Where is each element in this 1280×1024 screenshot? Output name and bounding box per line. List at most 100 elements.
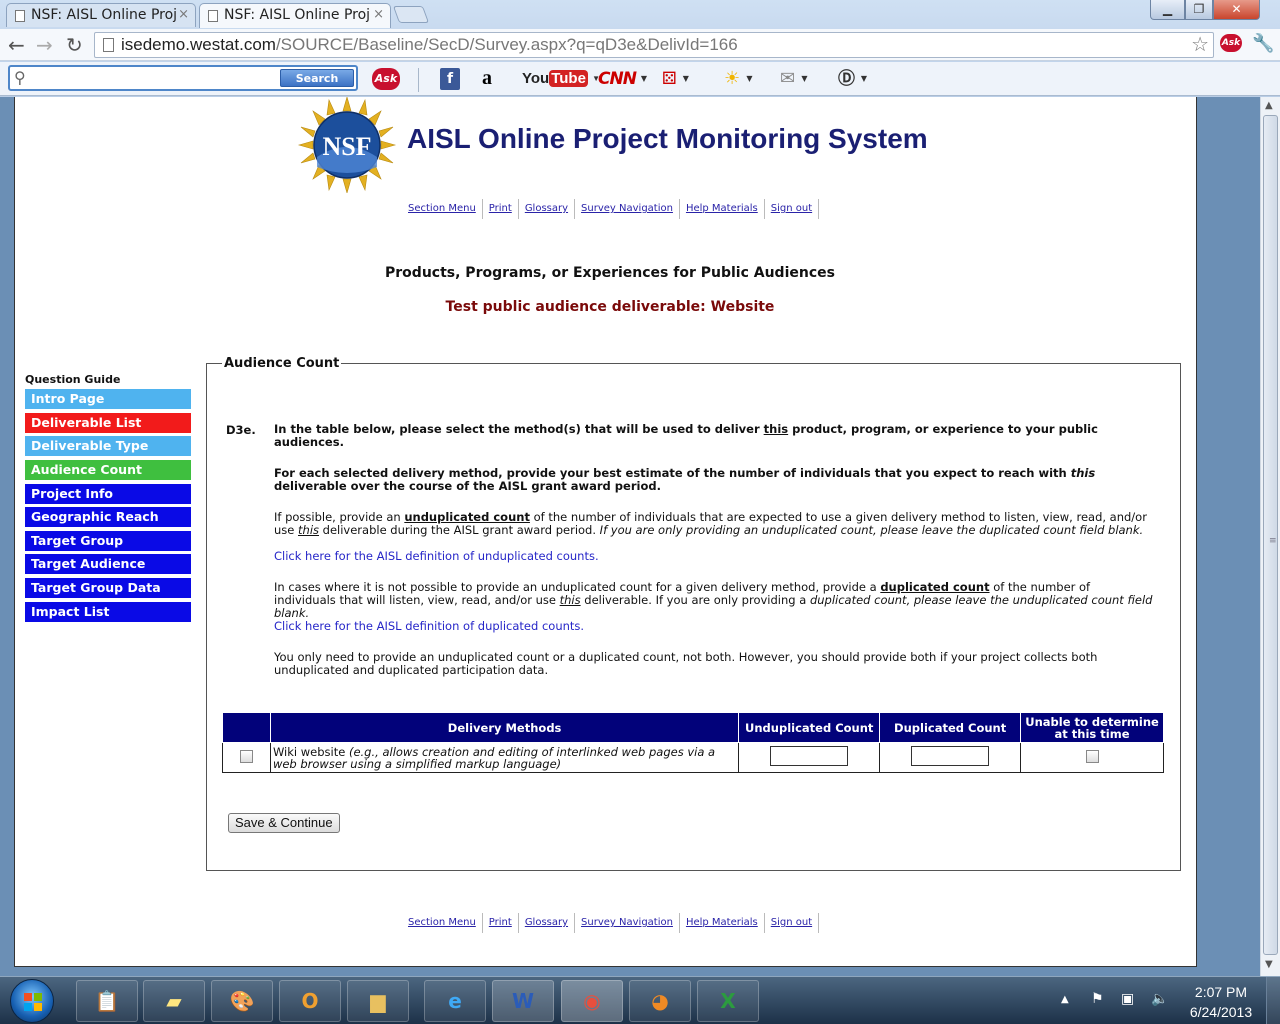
ask-logo-icon[interactable]: Ask xyxy=(372,68,400,90)
page-icon xyxy=(103,38,114,52)
q3-emph: unduplicated count xyxy=(404,510,530,524)
youtube-you: You xyxy=(522,70,550,87)
clock-date: 6/24/2013 xyxy=(1189,1004,1253,1020)
excel-icon[interactable]: X xyxy=(697,980,759,1022)
guide-item-target-group-data[interactable]: Target Group Data xyxy=(25,578,191,598)
q3-text-3: deliverable during the AISL grant award … xyxy=(319,523,600,537)
link-unduplicated-definition[interactable]: Click here for the AISL definition of un… xyxy=(274,550,1154,563)
tab-close-icon[interactable]: × xyxy=(373,7,384,22)
save-continue-button[interactable]: Save & Continue xyxy=(228,813,340,833)
q5-text-3: deliverable. If you are only providing a xyxy=(580,593,810,607)
link-survey-navigation[interactable]: Survey Navigation xyxy=(575,199,680,219)
close-window-button[interactable]: ✕ xyxy=(1213,0,1260,20)
cnn-icon[interactable]: CNN ▼ xyxy=(598,68,647,90)
link-help-materials-bottom[interactable]: Help Materials xyxy=(680,913,765,933)
toolbar-search-box[interactable]: ⚲ Search xyxy=(8,65,358,91)
clock-time: 2:07 PM xyxy=(1194,984,1248,1000)
link-duplicated-definition[interactable]: Click here for the AISL definition of du… xyxy=(274,620,1154,633)
ie-icon[interactable]: e xyxy=(424,980,486,1022)
taskbar-clock[interactable]: 2:07 PM 6/24/2013 xyxy=(1176,982,1266,1022)
tab-2-active[interactable]: NSF: AISL Online Proj × xyxy=(199,3,391,28)
link-survey-navigation-bottom[interactable]: Survey Navigation xyxy=(575,913,680,933)
volume-icon[interactable]: 🔈 xyxy=(1151,991,1168,1007)
toolbar-divider xyxy=(418,68,419,92)
link-glossary-bottom[interactable]: Glossary xyxy=(519,913,576,933)
tab-close-icon[interactable]: × xyxy=(178,7,189,22)
folder-icon[interactable]: ▆ xyxy=(347,980,409,1022)
minimize-button[interactable]: ▁ xyxy=(1150,0,1185,20)
outlook-icon[interactable]: O xyxy=(279,980,341,1022)
facebook-icon[interactable]: f xyxy=(440,68,460,90)
header-unable-to-determine: Unable to determine at this time xyxy=(1020,712,1164,743)
games-dice-icon[interactable]: ⚄ ▼ xyxy=(662,68,689,90)
q3-note: If you are only providing an unduplicate… xyxy=(599,523,1144,537)
guide-item-audience-count[interactable]: Audience Count xyxy=(25,460,191,480)
paint-icon[interactable]: 🎨 xyxy=(211,980,273,1022)
sticky-notes-icon[interactable]: ▰ xyxy=(143,980,205,1022)
guide-item-target-audience[interactable]: Target Audience xyxy=(25,554,191,574)
audience-count-fieldset: Audience Count D3e. In the table below, … xyxy=(206,356,1181,871)
url-host: isedemo.westat.com xyxy=(121,35,276,54)
scroll-down-arrow-icon[interactable]: ▼ xyxy=(1265,959,1273,970)
q3-this: this xyxy=(298,523,319,537)
link-print[interactable]: Print xyxy=(483,199,519,219)
q1-emph: this xyxy=(763,422,789,436)
method-cell: Wiki website (e.g., allows creation and … xyxy=(269,742,740,773)
maximize-button[interactable]: ❐ xyxy=(1185,0,1213,20)
guide-item-impact-list[interactable]: Impact List xyxy=(25,602,191,622)
link-print-bottom[interactable]: Print xyxy=(483,913,519,933)
guide-item-intro-page[interactable]: Intro Page xyxy=(25,389,191,409)
toolbar-search-button[interactable]: Search xyxy=(280,69,354,87)
reload-icon[interactable]: ↻ xyxy=(66,33,83,57)
link-sign-out[interactable]: Sign out xyxy=(765,199,820,219)
windows-logo-icon xyxy=(24,993,42,1011)
guide-item-project-info[interactable]: Project Info xyxy=(25,484,191,504)
ask-extension-icon[interactable]: Ask xyxy=(1220,34,1242,52)
amazon-icon[interactable]: a xyxy=(482,68,492,90)
address-bar[interactable]: isedemo.westat.com/SOURCE/Baseline/SecD/… xyxy=(94,32,1214,58)
firefox-icon[interactable]: ◕ xyxy=(629,980,691,1022)
show-hidden-icons-icon[interactable]: ▲ xyxy=(1061,994,1069,1005)
site-title: AISL Online Project Monitoring System xyxy=(407,123,928,154)
unduplicated-count-input[interactable] xyxy=(770,746,849,766)
notepad-icon[interactable]: 📋 xyxy=(76,980,138,1022)
header-select xyxy=(222,712,271,743)
guide-item-geographic-reach[interactable]: Geographic Reach xyxy=(25,507,191,527)
link-glossary[interactable]: Glossary xyxy=(519,199,576,219)
unable-to-determine-checkbox[interactable] xyxy=(1085,749,1099,763)
vertical-scrollbar[interactable]: ▲ ≡ ▼ xyxy=(1260,97,1280,976)
link-sign-out-bottom[interactable]: Sign out xyxy=(765,913,820,933)
fieldset-legend: Audience Count xyxy=(222,356,342,371)
word-icon[interactable]: W xyxy=(492,980,554,1022)
table-row: Wiki website (e.g., allows creation and … xyxy=(222,742,1164,773)
q2-text: For each selected delivery method, provi… xyxy=(274,466,1071,480)
bookmark-star-icon[interactable]: ☆ xyxy=(1191,33,1209,57)
tab-1[interactable]: NSF: AISL Online Proj × xyxy=(6,3,196,27)
wrench-menu-icon[interactable]: 🔧 xyxy=(1252,33,1274,54)
mail-icon[interactable]: ✉ ▼ xyxy=(780,68,808,90)
action-center-flag-icon[interactable]: ⚑ xyxy=(1091,991,1104,1007)
tab-2-label: NSF: AISL Online Proj xyxy=(224,7,371,23)
link-help-materials[interactable]: Help Materials xyxy=(680,199,765,219)
link-section-menu[interactable]: Section Menu xyxy=(402,199,483,219)
new-tab-button[interactable] xyxy=(392,6,430,23)
method-checkbox[interactable] xyxy=(239,749,253,763)
back-arrow-icon[interactable]: ← xyxy=(8,33,25,57)
chrome-icon[interactable]: ◉ xyxy=(561,980,623,1022)
forward-arrow-icon[interactable]: → xyxy=(36,33,53,57)
youtube-icon[interactable]: You Tube ▼ xyxy=(522,68,600,90)
scroll-up-arrow-icon[interactable]: ▲ xyxy=(1265,100,1273,111)
guide-item-deliverable-list[interactable]: Deliverable List xyxy=(25,413,191,433)
q5-emph: duplicated count xyxy=(880,580,990,594)
show-desktop-button[interactable] xyxy=(1266,977,1280,1024)
start-button[interactable] xyxy=(10,979,54,1023)
dictionary-icon[interactable]: Ⓓ ▼ xyxy=(838,68,867,90)
ask-toolbar: ⚲ Search Ask f a You Tube ▼ CNN ▼ ⚄ ▼ ☀ ▼… xyxy=(0,62,1280,96)
guide-item-target-group[interactable]: Target Group xyxy=(25,531,191,551)
guide-item-deliverable-type[interactable]: Deliverable Type xyxy=(25,436,191,456)
network-icon[interactable]: ▣ xyxy=(1121,991,1134,1007)
link-section-menu-bottom[interactable]: Section Menu xyxy=(402,913,483,933)
weather-icon[interactable]: ☀ ▼ xyxy=(724,68,753,90)
duplicated-count-input[interactable] xyxy=(911,746,990,766)
scrollbar-thumb[interactable]: ≡ xyxy=(1263,115,1278,955)
